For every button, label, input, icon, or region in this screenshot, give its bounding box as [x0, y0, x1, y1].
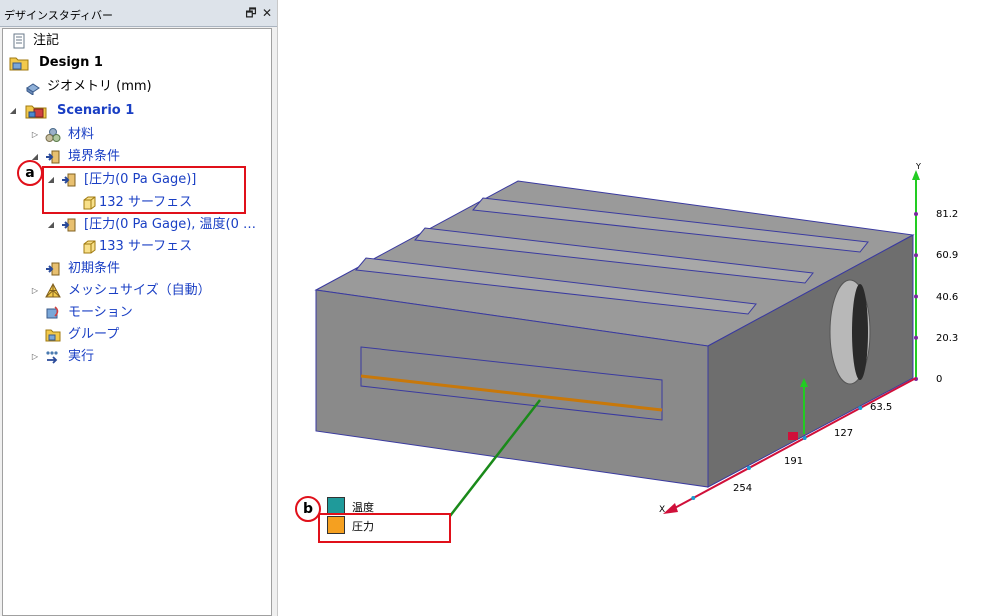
notes-icon [13, 33, 25, 49]
x-tick-label: 254 [733, 483, 753, 494]
design-tree: 注記 Design 1 ジオメトリ (mm) ◢ Scenario 1 ▷ 材料… [2, 28, 272, 616]
y-tick-mark [914, 212, 918, 216]
tree-item-label: 注記 [33, 33, 60, 48]
y-tick-label: 60.9 [936, 250, 959, 262]
y-tick-label: 0 [936, 374, 943, 385]
design-folder-icon [9, 57, 29, 71]
initial-condition-icon [46, 262, 60, 276]
y-tick-label: 40.6 [936, 291, 959, 303]
expand-arrow-icon[interactable]: ▷ [31, 125, 39, 145]
y-tick-mark [914, 294, 918, 299]
surface-icon [83, 240, 96, 254]
run-icon [46, 351, 58, 364]
expand-arrow-icon[interactable]: ▷ [31, 281, 39, 301]
tree-item-label: Design 1 [39, 55, 103, 70]
x-tick-label: 63.5 [870, 402, 893, 413]
tree-item-label: 初期条件 [68, 261, 121, 276]
x-tick-label: 127 [834, 428, 854, 439]
x-tick-mark [691, 496, 696, 500]
tree-item-label: 133 サーフェス [99, 239, 193, 254]
callout-a-marker: a [17, 160, 43, 186]
design-study-bar: デザインスタディバー 🗗 ✕ 注記 Design 1 ジオメトリ (mm) ◢ … [0, 0, 277, 616]
materials-icon [45, 128, 61, 142]
y-tick-mark [914, 335, 918, 340]
float-window-icon[interactable]: 🗗 [244, 5, 258, 21]
y-tick-label: 81.2 [936, 209, 959, 220]
y-tick-mark [914, 253, 918, 258]
boundary-condition-icon [62, 218, 76, 232]
groups-icon [45, 329, 61, 342]
graphics-viewport[interactable]: Y X 81.2 60.9 40.6 20.3 0 63.5 127 191 254 温度 圧… [277, 0, 989, 616]
tree-item-label: Scenario 1 [57, 103, 135, 118]
motion-icon [46, 306, 59, 319]
tree-item-label: 実行 [68, 349, 95, 364]
y-axis-label: Y [916, 162, 921, 171]
boundary-condition-icon [46, 150, 60, 164]
panel-title: デザインスタディバー [4, 9, 114, 22]
tree-item-label: [圧力(0 Pa Gage), 温度(0 … [84, 217, 257, 232]
tree-item-label: 材料 [68, 127, 95, 142]
tree-item-label: モーション [68, 305, 133, 320]
x-tick-mark [802, 436, 807, 440]
tree-item-label: 境界条件 [68, 149, 121, 164]
geometry-icon [26, 83, 40, 95]
tree-item-label: ジオメトリ (mm) [47, 79, 152, 94]
tree-item-label: メッシュサイズ（自動） [68, 283, 211, 298]
scenario-folder-icon [25, 105, 47, 119]
tree-item-label: グループ [68, 327, 120, 342]
expand-arrow-icon[interactable]: ▷ [31, 347, 39, 367]
collapse-arrow-icon[interactable]: ◢ [9, 101, 17, 121]
panel-header: デザインスタディバー 🗗 ✕ [0, 0, 277, 27]
x-tick-label: 191 [784, 456, 804, 467]
close-icon[interactable]: ✕ [260, 5, 274, 21]
x-tick-mark [746, 466, 751, 470]
y-tick-label: 20.3 [936, 332, 959, 344]
x-tick-mark [858, 406, 863, 410]
callout-a-box [42, 166, 246, 214]
collapse-arrow-icon[interactable]: ◢ [47, 215, 55, 235]
callout-b-marker: b [295, 496, 321, 522]
x-axis-label: X [659, 505, 666, 515]
callout-b-box [318, 513, 451, 543]
mesh-icon [45, 283, 61, 298]
